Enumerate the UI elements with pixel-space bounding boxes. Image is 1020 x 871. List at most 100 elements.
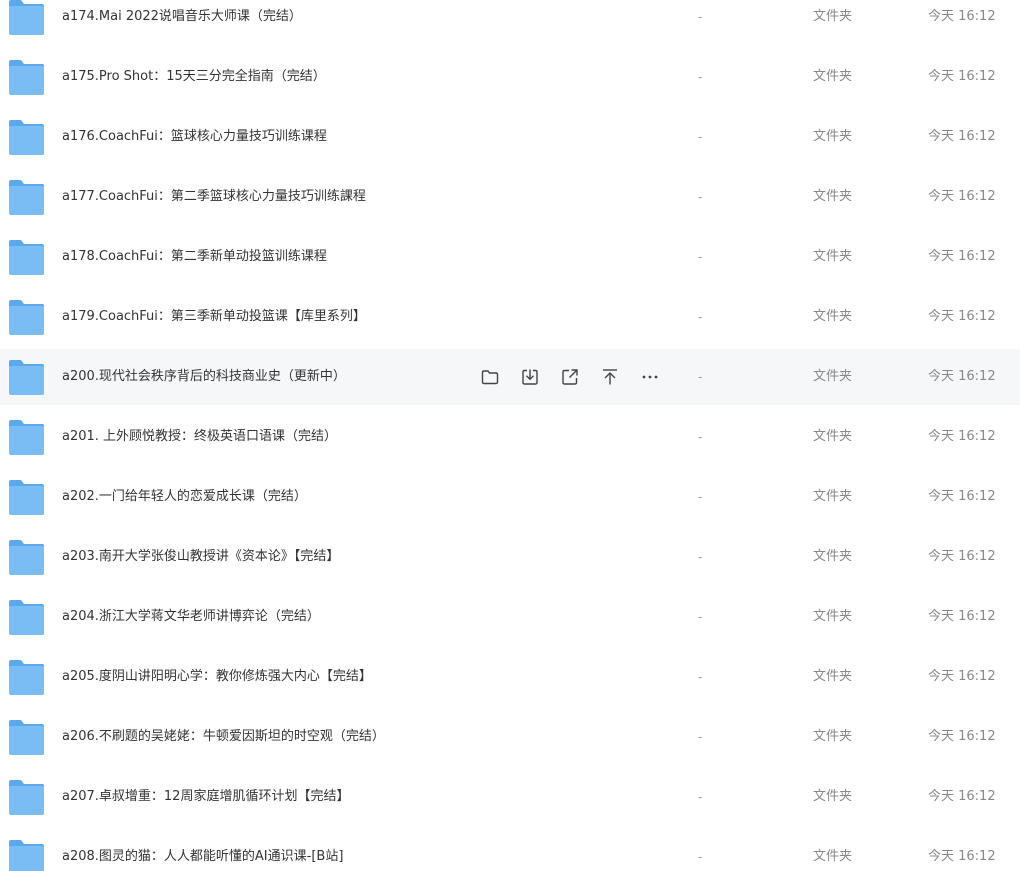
download-icon	[520, 367, 540, 387]
folder-icon[interactable]	[8, 478, 45, 516]
folder-icon[interactable]	[8, 538, 45, 576]
file-name[interactable]: a204.浙江大学蒋文华老师讲博弈论（完结）	[62, 589, 320, 645]
modified-time: 今天 16:12	[928, 369, 996, 384]
file-name[interactable]: a201. 上外顾悦教授：终极英语口语课（完结）	[62, 409, 337, 465]
file-type: 文件夹	[813, 249, 853, 264]
folder-icon	[480, 367, 500, 387]
modified-time: 今天 16:12	[928, 129, 996, 144]
file-type: 文件夹	[813, 189, 853, 204]
file-type: 文件夹	[813, 609, 853, 624]
modified-time: 今天 16:12	[928, 849, 996, 864]
file-row[interactable]: a200.现代社会秩序背后的科技商业史（更新中） - 文件夹 今天 16:12	[0, 349, 1020, 405]
file-size: -	[698, 550, 703, 564]
file-row[interactable]: a206.不刷题的吴姥姥：牛顿爱因斯坦的时空观（完结） - 文件夹 今天 16:12	[0, 709, 1020, 765]
folder-icon[interactable]	[8, 178, 45, 216]
file-name[interactable]: a174.Mai 2022说唱音乐大师课（完结）	[62, 0, 302, 45]
file-row[interactable]: a208.图灵的猫：人人都能听懂的AI通识课-[B站] - 文件夹 今天 16:12	[0, 829, 1020, 871]
file-type: 文件夹	[813, 429, 853, 444]
file-row[interactable]: a203.南开大学张俊山教授讲《资本论》【完结】 - 文件夹 今天 16:12	[0, 529, 1020, 585]
file-size: -	[698, 670, 703, 684]
file-row[interactable]: a177.CoachFui：第二季篮球核心力量技巧训练課程 - 文件夹 今天 16:1…	[0, 169, 1020, 225]
file-name[interactable]: a179.CoachFui：第三季新单动投篮课【库里系列】	[62, 289, 366, 345]
file-size: -	[698, 190, 703, 204]
share-button[interactable]	[558, 365, 582, 389]
file-type: 文件夹	[813, 669, 853, 684]
folder-icon[interactable]	[8, 298, 45, 336]
file-type: 文件夹	[813, 849, 853, 864]
more-icon	[640, 367, 660, 387]
folder-icon[interactable]	[8, 0, 45, 36]
file-size: -	[698, 370, 703, 384]
file-size: -	[698, 430, 703, 444]
file-size: -	[698, 610, 703, 624]
modified-time: 今天 16:12	[928, 69, 996, 84]
file-row[interactable]: a201. 上外顾悦教授：终极英语口语课（完结） - 文件夹 今天 16:12	[0, 409, 1020, 465]
modified-time: 今天 16:12	[928, 789, 996, 804]
file-row[interactable]: a204.浙江大学蒋文华老师讲博弈论（完结） - 文件夹 今天 16:12	[0, 589, 1020, 645]
file-row[interactable]: a207.卓叔增重：12周家庭增肌循环计划【完结】 - 文件夹 今天 16:12	[0, 769, 1020, 825]
file-type: 文件夹	[813, 489, 853, 504]
modified-time: 今天 16:12	[928, 9, 996, 24]
file-name[interactable]: a208.图灵的猫：人人都能听懂的AI通识课-[B站]	[62, 829, 343, 871]
modified-time: 今天 16:12	[928, 189, 996, 204]
folder-icon[interactable]	[8, 838, 45, 871]
modified-time: 今天 16:12	[928, 309, 996, 324]
row-actions	[478, 365, 678, 389]
file-list: a174.Mai 2022说唱音乐大师课（完结） - 文件夹 今天 16:12 a17…	[0, 0, 1020, 871]
folder-icon[interactable]	[8, 658, 45, 696]
file-row[interactable]: a179.CoachFui：第三季新单动投篮课【库里系列】 - 文件夹 今天 16:1…	[0, 289, 1020, 345]
modified-time: 今天 16:12	[928, 549, 996, 564]
file-name[interactable]: a178.CoachFui：第二季新单动投篮训练课程	[62, 229, 327, 285]
more-button[interactable]	[638, 365, 662, 389]
file-name[interactable]: a205.度阴山讲阳明心学：教你修炼强大内心【完结】	[62, 649, 372, 705]
file-name[interactable]: a177.CoachFui：第二季篮球核心力量技巧训练課程	[62, 169, 366, 225]
file-name[interactable]: a200.现代社会秩序背后的科技商业史（更新中）	[62, 349, 346, 405]
share-icon	[560, 367, 580, 387]
modified-time: 今天 16:12	[928, 489, 996, 504]
file-type: 文件夹	[813, 729, 853, 744]
file-type: 文件夹	[813, 789, 853, 804]
file-size: -	[698, 130, 703, 144]
file-row[interactable]: a202.一门给年轻人的恋爱成长课（完结） - 文件夹 今天 16:12	[0, 469, 1020, 525]
folder-icon[interactable]	[8, 718, 45, 756]
modified-time: 今天 16:12	[928, 729, 996, 744]
modified-time: 今天 16:12	[928, 609, 996, 624]
file-size: -	[698, 310, 703, 324]
folder-icon[interactable]	[8, 58, 45, 96]
file-type: 文件夹	[813, 9, 853, 24]
modified-time: 今天 16:12	[928, 429, 996, 444]
file-name[interactable]: a203.南开大学张俊山教授讲《资本论》【完结】	[62, 529, 339, 585]
file-type: 文件夹	[813, 369, 853, 384]
file-size: -	[698, 850, 703, 864]
file-type: 文件夹	[813, 309, 853, 324]
folder-icon[interactable]	[8, 118, 45, 156]
folder-icon[interactable]	[8, 358, 45, 396]
modified-time: 今天 16:12	[928, 249, 996, 264]
file-name[interactable]: a206.不刷题的吴姥姥：牛顿爱因斯坦的时空观（完结）	[62, 709, 385, 765]
file-row[interactable]: a176.CoachFui：篮球核心力量技巧训练课程 - 文件夹 今天 16:12	[0, 109, 1020, 165]
file-size: -	[698, 250, 703, 264]
folder-icon[interactable]	[8, 238, 45, 276]
download-button[interactable]	[518, 365, 542, 389]
folder-icon[interactable]	[8, 778, 45, 816]
file-row[interactable]: a178.CoachFui：第二季新单动投篮训练课程 - 文件夹 今天 16:12	[0, 229, 1020, 285]
pin-to-top-icon	[600, 367, 620, 387]
file-type: 文件夹	[813, 69, 853, 84]
folder-icon[interactable]	[8, 418, 45, 456]
modified-time: 今天 16:12	[928, 669, 996, 684]
file-size: -	[698, 730, 703, 744]
file-size: -	[698, 10, 703, 24]
file-type: 文件夹	[813, 129, 853, 144]
file-row[interactable]: a205.度阴山讲阳明心学：教你修炼强大内心【完结】 - 文件夹 今天 16:12	[0, 649, 1020, 705]
folder-button[interactable]	[478, 365, 502, 389]
file-size: -	[698, 790, 703, 804]
file-size: -	[698, 490, 703, 504]
pin-to-top-button[interactable]	[598, 365, 622, 389]
file-name[interactable]: a202.一门给年轻人的恋爱成长课（完结）	[62, 469, 307, 525]
folder-icon[interactable]	[8, 598, 45, 636]
file-name[interactable]: a175.Pro Shot：15天三分完全指南（完结）	[62, 49, 326, 105]
file-name[interactable]: a207.卓叔增重：12周家庭增肌循环计划【完结】	[62, 769, 349, 825]
file-row[interactable]: a175.Pro Shot：15天三分完全指南（完结） - 文件夹 今天 16:12	[0, 49, 1020, 105]
file-row[interactable]: a174.Mai 2022说唱音乐大师课（完结） - 文件夹 今天 16:12	[0, 0, 1020, 45]
file-name[interactable]: a176.CoachFui：篮球核心力量技巧训练课程	[62, 109, 327, 165]
